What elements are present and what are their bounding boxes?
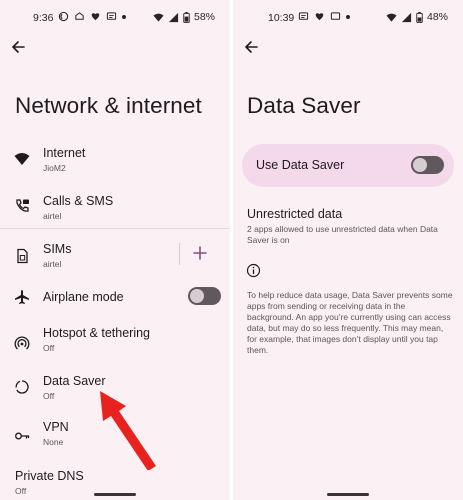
notification-icons [58, 11, 126, 22]
status-bar: 9:36 58% [0, 0, 230, 36]
add-sim-icon[interactable] [192, 245, 208, 261]
item-subtitle: None [43, 437, 64, 447]
heart-icon [315, 13, 324, 21]
signal-icon [401, 12, 412, 22]
more-notifications-dot [122, 14, 126, 19]
battery-percent: 48% [426, 11, 448, 23]
toggle-knob [413, 158, 427, 172]
system-status-icons: 48% [386, 11, 448, 23]
cloud-icon [75, 12, 84, 20]
gesture-nav-bar[interactable] [94, 493, 136, 496]
toggle-knob [190, 289, 204, 303]
status-time: 10:39 [268, 12, 295, 24]
status-bar: 10:39 48% [233, 0, 463, 36]
signal-icon [168, 12, 179, 22]
page-title: Network & internet [15, 93, 202, 118]
airplane-mode-toggle[interactable] [188, 287, 221, 305]
data-saver-icon [15, 380, 29, 394]
data-saver-toggle[interactable] [411, 156, 444, 174]
hotspot-icon [14, 336, 30, 350]
item-subtitle: JioM2 [43, 163, 66, 173]
list-item-hotspot[interactable]: Hotspot & tethering Off [0, 322, 230, 370]
item-title: Calls & SMS [43, 194, 114, 208]
item-subtitle: airtel [43, 259, 62, 269]
red-annotation-arrow-icon [100, 391, 156, 470]
data-saver-screen: 10:39 48% Data Saver Use Data Saver Unre… [233, 0, 463, 500]
item-subtitle: Off [43, 391, 55, 401]
calls-sms-icon [16, 199, 29, 212]
unrestricted-data-title[interactable]: Unrestricted data [247, 207, 342, 221]
item-title: SIMs [43, 242, 72, 256]
heart-icon [91, 13, 100, 21]
back-arrow-icon[interactable] [9, 38, 27, 56]
status-time: 9:36 [33, 12, 54, 24]
wifi-status-icon [153, 13, 164, 22]
item-title: Data Saver [43, 374, 106, 388]
use-data-saver-label: Use Data Saver [256, 158, 345, 172]
system-status-icons: 58% [153, 11, 215, 23]
item-subtitle: Off [15, 486, 27, 496]
airplane-icon [15, 290, 29, 304]
sims-divider [179, 243, 180, 265]
more-notifications-dot [346, 14, 350, 19]
battery-icon [183, 11, 190, 23]
item-title: Airplane mode [43, 290, 124, 304]
battery-percent: 58% [193, 11, 215, 23]
item-title: Hotspot & tethering [43, 326, 151, 340]
network-internet-screen: 9:36 58% Network & internet Internet Jio… [0, 0, 230, 500]
item-title: VPN [43, 420, 69, 434]
back-arrow-icon[interactable] [242, 38, 260, 56]
message-icon [298, 12, 309, 20]
item-title: Private DNS [15, 469, 84, 483]
wifi-icon [14, 153, 30, 165]
unrestricted-data-subtitle: 2 apps allowed to use unrestricted data … [247, 224, 438, 245]
lock-icon [58, 11, 69, 22]
chat-icon [330, 12, 341, 20]
item-title: Internet [43, 146, 86, 160]
sim-icon [17, 248, 28, 264]
notification-icons [298, 11, 350, 22]
message-icon [106, 12, 117, 20]
item-subtitle: Off [43, 343, 55, 353]
page-title: Data Saver [247, 93, 361, 118]
data-saver-info-text: To help reduce data usage, Data Saver pr… [247, 290, 453, 355]
gesture-nav-bar[interactable] [327, 493, 369, 496]
use-data-saver-row[interactable]: Use Data Saver [242, 144, 454, 187]
list-item-internet[interactable]: Internet JioM2 [0, 140, 230, 188]
wifi-status-icon [386, 13, 397, 22]
battery-icon [416, 11, 423, 23]
vpn-key-icon [15, 432, 30, 440]
section-divider [0, 228, 230, 229]
item-subtitle: airtel [43, 211, 62, 221]
info-icon [246, 263, 261, 278]
